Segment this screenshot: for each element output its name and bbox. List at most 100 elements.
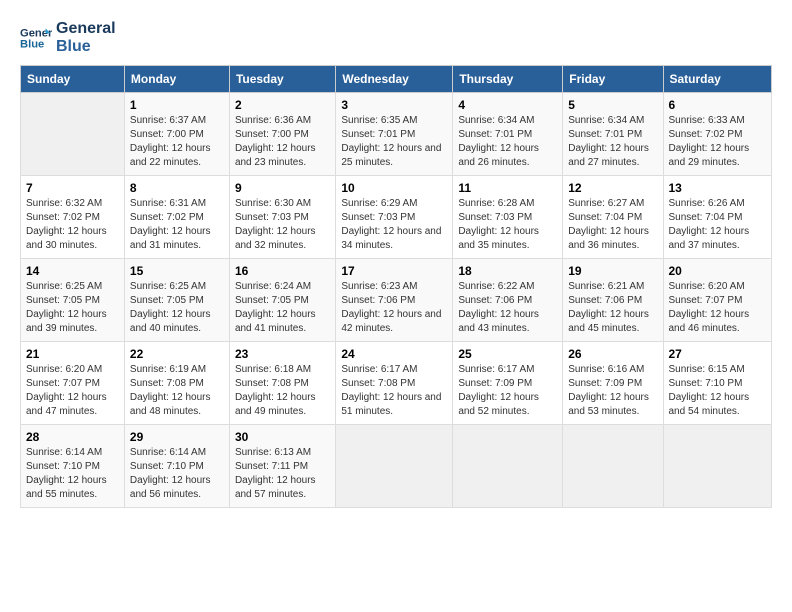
calendar-cell: 26 Sunrise: 6:16 AMSunset: 7:09 PMDaylig… bbox=[563, 342, 663, 425]
day-info: Sunrise: 6:35 AMSunset: 7:01 PMDaylight:… bbox=[341, 114, 447, 170]
calendar-cell: 24 Sunrise: 6:17 AMSunset: 7:08 PMDaylig… bbox=[336, 342, 453, 425]
week-row-3: 14 Sunrise: 6:25 AMSunset: 7:05 PMDaylig… bbox=[21, 259, 772, 342]
day-info: Sunrise: 6:28 AMSunset: 7:03 PMDaylight:… bbox=[458, 197, 557, 253]
day-number: 15 bbox=[130, 264, 224, 278]
calendar-cell: 14 Sunrise: 6:25 AMSunset: 7:05 PMDaylig… bbox=[21, 259, 125, 342]
day-number: 18 bbox=[458, 264, 557, 278]
logo: General Blue General Blue bbox=[20, 20, 116, 55]
day-number: 19 bbox=[568, 264, 657, 278]
calendar-cell bbox=[336, 425, 453, 508]
header-thursday: Thursday bbox=[453, 66, 563, 93]
week-row-4: 21 Sunrise: 6:20 AMSunset: 7:07 PMDaylig… bbox=[21, 342, 772, 425]
day-info: Sunrise: 6:21 AMSunset: 7:06 PMDaylight:… bbox=[568, 280, 657, 336]
header-tuesday: Tuesday bbox=[229, 66, 335, 93]
day-info: Sunrise: 6:29 AMSunset: 7:03 PMDaylight:… bbox=[341, 197, 447, 253]
day-number: 4 bbox=[458, 98, 557, 112]
day-info: Sunrise: 6:34 AMSunset: 7:01 PMDaylight:… bbox=[458, 114, 557, 170]
calendar-cell: 28 Sunrise: 6:14 AMSunset: 7:10 PMDaylig… bbox=[21, 425, 125, 508]
day-number: 14 bbox=[26, 264, 119, 278]
day-info: Sunrise: 6:32 AMSunset: 7:02 PMDaylight:… bbox=[26, 197, 119, 253]
calendar-cell: 10 Sunrise: 6:29 AMSunset: 7:03 PMDaylig… bbox=[336, 176, 453, 259]
calendar-header: SundayMondayTuesdayWednesdayThursdayFrid… bbox=[21, 66, 772, 93]
header-saturday: Saturday bbox=[663, 66, 772, 93]
calendar-cell: 12 Sunrise: 6:27 AMSunset: 7:04 PMDaylig… bbox=[563, 176, 663, 259]
day-info: Sunrise: 6:37 AMSunset: 7:00 PMDaylight:… bbox=[130, 114, 224, 170]
day-info: Sunrise: 6:25 AMSunset: 7:05 PMDaylight:… bbox=[130, 280, 224, 336]
day-info: Sunrise: 6:20 AMSunset: 7:07 PMDaylight:… bbox=[26, 363, 119, 419]
day-info: Sunrise: 6:14 AMSunset: 7:10 PMDaylight:… bbox=[26, 446, 119, 502]
calendar-cell: 4 Sunrise: 6:34 AMSunset: 7:01 PMDayligh… bbox=[453, 93, 563, 176]
day-info: Sunrise: 6:15 AMSunset: 7:10 PMDaylight:… bbox=[669, 363, 767, 419]
day-number: 24 bbox=[341, 347, 447, 361]
day-number: 3 bbox=[341, 98, 447, 112]
calendar-cell: 11 Sunrise: 6:28 AMSunset: 7:03 PMDaylig… bbox=[453, 176, 563, 259]
day-number: 16 bbox=[235, 264, 330, 278]
calendar-cell: 29 Sunrise: 6:14 AMSunset: 7:10 PMDaylig… bbox=[124, 425, 229, 508]
day-info: Sunrise: 6:22 AMSunset: 7:06 PMDaylight:… bbox=[458, 280, 557, 336]
logo-icon: General Blue bbox=[20, 22, 52, 54]
day-info: Sunrise: 6:30 AMSunset: 7:03 PMDaylight:… bbox=[235, 197, 330, 253]
day-number: 26 bbox=[568, 347, 657, 361]
calendar-cell: 22 Sunrise: 6:19 AMSunset: 7:08 PMDaylig… bbox=[124, 342, 229, 425]
day-info: Sunrise: 6:34 AMSunset: 7:01 PMDaylight:… bbox=[568, 114, 657, 170]
calendar-cell: 3 Sunrise: 6:35 AMSunset: 7:01 PMDayligh… bbox=[336, 93, 453, 176]
calendar-cell: 17 Sunrise: 6:23 AMSunset: 7:06 PMDaylig… bbox=[336, 259, 453, 342]
header-wednesday: Wednesday bbox=[336, 66, 453, 93]
day-number: 2 bbox=[235, 98, 330, 112]
header-monday: Monday bbox=[124, 66, 229, 93]
calendar-cell: 13 Sunrise: 6:26 AMSunset: 7:04 PMDaylig… bbox=[663, 176, 772, 259]
day-number: 23 bbox=[235, 347, 330, 361]
day-info: Sunrise: 6:27 AMSunset: 7:04 PMDaylight:… bbox=[568, 197, 657, 253]
day-info: Sunrise: 6:13 AMSunset: 7:11 PMDaylight:… bbox=[235, 446, 330, 502]
day-info: Sunrise: 6:20 AMSunset: 7:07 PMDaylight:… bbox=[669, 280, 767, 336]
day-number: 7 bbox=[26, 181, 119, 195]
day-number: 29 bbox=[130, 430, 224, 444]
day-number: 10 bbox=[341, 181, 447, 195]
day-number: 17 bbox=[341, 264, 447, 278]
calendar-cell: 15 Sunrise: 6:25 AMSunset: 7:05 PMDaylig… bbox=[124, 259, 229, 342]
calendar-cell: 18 Sunrise: 6:22 AMSunset: 7:06 PMDaylig… bbox=[453, 259, 563, 342]
calendar-cell: 7 Sunrise: 6:32 AMSunset: 7:02 PMDayligh… bbox=[21, 176, 125, 259]
calendar-cell: 5 Sunrise: 6:34 AMSunset: 7:01 PMDayligh… bbox=[563, 93, 663, 176]
svg-text:Blue: Blue bbox=[20, 38, 44, 50]
calendar-cell bbox=[563, 425, 663, 508]
day-number: 27 bbox=[669, 347, 767, 361]
day-info: Sunrise: 6:17 AMSunset: 7:09 PMDaylight:… bbox=[458, 363, 557, 419]
calendar-cell: 27 Sunrise: 6:15 AMSunset: 7:10 PMDaylig… bbox=[663, 342, 772, 425]
day-number: 22 bbox=[130, 347, 224, 361]
day-info: Sunrise: 6:23 AMSunset: 7:06 PMDaylight:… bbox=[341, 280, 447, 336]
calendar-cell bbox=[663, 425, 772, 508]
day-number: 20 bbox=[669, 264, 767, 278]
week-row-2: 7 Sunrise: 6:32 AMSunset: 7:02 PMDayligh… bbox=[21, 176, 772, 259]
week-row-1: 1 Sunrise: 6:37 AMSunset: 7:00 PMDayligh… bbox=[21, 93, 772, 176]
day-number: 25 bbox=[458, 347, 557, 361]
calendar-cell: 20 Sunrise: 6:20 AMSunset: 7:07 PMDaylig… bbox=[663, 259, 772, 342]
calendar-cell: 19 Sunrise: 6:21 AMSunset: 7:06 PMDaylig… bbox=[563, 259, 663, 342]
day-number: 6 bbox=[669, 98, 767, 112]
header-row: SundayMondayTuesdayWednesdayThursdayFrid… bbox=[21, 66, 772, 93]
week-row-5: 28 Sunrise: 6:14 AMSunset: 7:10 PMDaylig… bbox=[21, 425, 772, 508]
day-info: Sunrise: 6:24 AMSunset: 7:05 PMDaylight:… bbox=[235, 280, 330, 336]
day-number: 9 bbox=[235, 181, 330, 195]
calendar-cell: 23 Sunrise: 6:18 AMSunset: 7:08 PMDaylig… bbox=[229, 342, 335, 425]
day-info: Sunrise: 6:17 AMSunset: 7:08 PMDaylight:… bbox=[341, 363, 447, 419]
calendar-body: 1 Sunrise: 6:37 AMSunset: 7:00 PMDayligh… bbox=[21, 93, 772, 508]
day-number: 28 bbox=[26, 430, 119, 444]
day-number: 11 bbox=[458, 181, 557, 195]
day-info: Sunrise: 6:31 AMSunset: 7:02 PMDaylight:… bbox=[130, 197, 224, 253]
header-friday: Friday bbox=[563, 66, 663, 93]
calendar-cell: 16 Sunrise: 6:24 AMSunset: 7:05 PMDaylig… bbox=[229, 259, 335, 342]
svg-text:General: General bbox=[20, 27, 52, 39]
calendar-cell bbox=[453, 425, 563, 508]
day-number: 1 bbox=[130, 98, 224, 112]
header-sunday: Sunday bbox=[21, 66, 125, 93]
day-info: Sunrise: 6:19 AMSunset: 7:08 PMDaylight:… bbox=[130, 363, 224, 419]
day-info: Sunrise: 6:33 AMSunset: 7:02 PMDaylight:… bbox=[669, 114, 767, 170]
day-info: Sunrise: 6:36 AMSunset: 7:00 PMDaylight:… bbox=[235, 114, 330, 170]
page-header: General Blue General Blue bbox=[20, 20, 772, 55]
calendar-cell: 30 Sunrise: 6:13 AMSunset: 7:11 PMDaylig… bbox=[229, 425, 335, 508]
day-number: 13 bbox=[669, 181, 767, 195]
day-number: 30 bbox=[235, 430, 330, 444]
day-info: Sunrise: 6:14 AMSunset: 7:10 PMDaylight:… bbox=[130, 446, 224, 502]
calendar-cell: 8 Sunrise: 6:31 AMSunset: 7:02 PMDayligh… bbox=[124, 176, 229, 259]
